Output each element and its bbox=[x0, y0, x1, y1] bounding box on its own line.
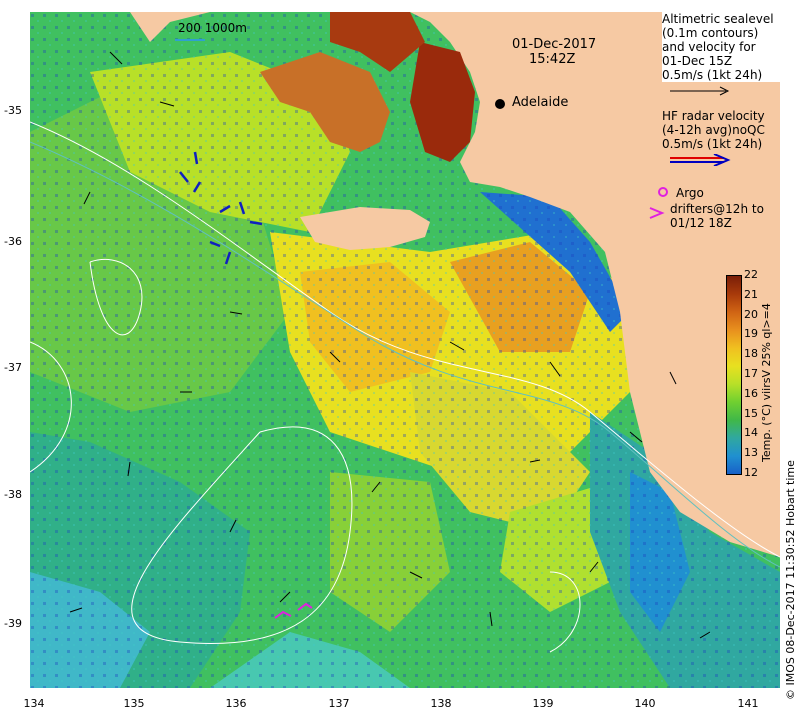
colorbar-tick-label: 15 bbox=[744, 406, 758, 420]
lon-tick-label: 136 bbox=[225, 697, 247, 710]
altimetry-line-5: 0.5m/s (1kt 24h) bbox=[662, 68, 763, 82]
altimetry-line-2: (0.1m contours) bbox=[662, 26, 759, 40]
colorbar-tick-label: 19 bbox=[744, 327, 758, 341]
altimetry-arrow-icon bbox=[670, 86, 730, 96]
colorbar-tick-label: 17 bbox=[744, 367, 758, 380]
adelaide-marker bbox=[495, 99, 505, 109]
lon-tick-label: 138 bbox=[430, 697, 452, 710]
colorbar-tick-label: 22 bbox=[744, 268, 758, 281]
map-date: 01-Dec-2017 bbox=[512, 37, 597, 52]
lon-tick-label: 134 bbox=[23, 697, 45, 710]
altimetry-line-1: Altimetric sealevel bbox=[662, 12, 774, 26]
colorbar-tick-label: 20 bbox=[744, 307, 758, 321]
lat-tick-label: -36 bbox=[4, 235, 22, 248]
drifters-line-2: 01/12 18Z bbox=[670, 216, 732, 230]
hf-radar-line-3: 0.5m/s (1kt 24h) bbox=[662, 137, 763, 151]
map-time: 15:42Z bbox=[529, 52, 576, 67]
colorbar-tick-label: 18 bbox=[744, 347, 758, 361]
argo-icon bbox=[658, 187, 668, 197]
colorbar-tick-label: 14 bbox=[744, 426, 758, 440]
lon-tick-label: 140 bbox=[634, 697, 656, 710]
lat-tick-label: -38 bbox=[4, 488, 22, 501]
lon-tick-label: 141 bbox=[737, 697, 759, 710]
city-label: Adelaide bbox=[512, 95, 569, 110]
colorbar-tick-label: 13 bbox=[744, 446, 758, 460]
legend: Altimetric sealevel (0.1m contours) and … bbox=[662, 12, 780, 170]
lat-tick-label: -39 bbox=[4, 617, 22, 630]
colorbar-tick-label: 12 bbox=[744, 466, 758, 479]
hf-radar-line-1: HF radar velocity bbox=[662, 109, 765, 123]
colorbar-tick-label: 21 bbox=[744, 287, 758, 301]
hf-radar-line-2: (4-12h avg)noQC bbox=[662, 123, 765, 137]
hf-radar-arrow-icon bbox=[670, 153, 731, 167]
drifters-line-1: drifters@12h to bbox=[670, 202, 764, 216]
colorbar-title: Temp. (°C) viirsV 25% ql>=4 bbox=[760, 303, 773, 462]
altimetry-line-4: 01-Dec 15Z bbox=[662, 54, 733, 68]
credit-text: © IMOS 08-Dec-2017 11:30:52 Hobart time bbox=[784, 460, 797, 700]
lon-tick-label: 135 bbox=[123, 697, 145, 710]
argo-label: Argo bbox=[676, 186, 704, 200]
scale-label: 200 1000m bbox=[178, 21, 247, 35]
colorbar bbox=[726, 275, 742, 475]
lat-tick-label: -35 bbox=[4, 104, 22, 117]
drifter-icon bbox=[649, 207, 665, 219]
altimetry-line-3: and velocity for bbox=[662, 40, 756, 54]
lon-tick-label: 139 bbox=[532, 697, 554, 710]
lat-tick-label: -37 bbox=[4, 361, 22, 374]
lon-tick-label: 137 bbox=[328, 697, 350, 710]
colorbar-tick-label: 16 bbox=[744, 386, 758, 400]
